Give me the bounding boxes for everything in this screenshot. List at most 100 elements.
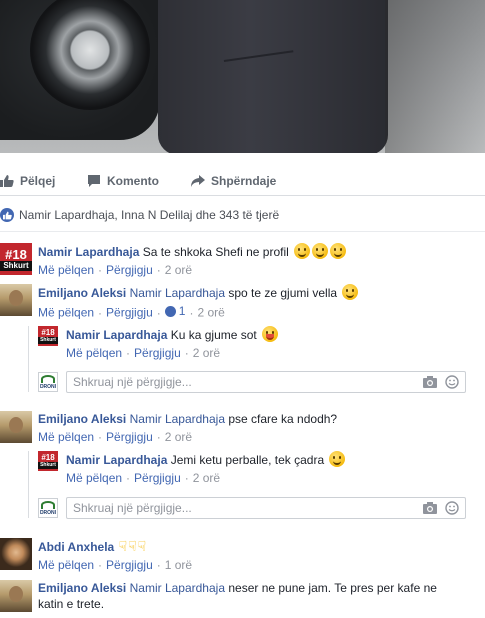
pointing-hand-emoji-icon: ☟	[128, 538, 137, 554]
avatar: DRONI	[38, 372, 58, 392]
comment-meta: Më pëlqen · Përgjigju · 2 orë	[66, 471, 221, 485]
comment-item: Emiljano Aleksi Namir Lapardhaja pse cfa…	[0, 411, 337, 445]
reply-composer: DRONI Shkruaj një përgjigje...	[38, 371, 466, 393]
thread-line	[28, 326, 29, 392]
avatar[interactable]: #18 Shkurt	[0, 243, 32, 275]
reply-composer: DRONI Shkruaj një përgjigje...	[38, 497, 466, 519]
avatar-badge-text: DRONI	[39, 509, 57, 516]
comment-item: Abdi Anxhela ☟☟☟ Më pëlqen · Përgjigju · 1 o…	[0, 538, 192, 573]
comment-body: Emiljano Aleksi Namir Lapardhaja neser n…	[38, 580, 438, 612]
comment-author[interactable]: Abdi Anxhela	[38, 540, 114, 554]
comment-like-link[interactable]: Më pëlqen	[66, 346, 122, 360]
smiley-icon[interactable]	[445, 501, 459, 515]
comment-time[interactable]: 2 orë	[197, 306, 224, 320]
comment-like-link[interactable]: Më pëlqen	[38, 558, 94, 572]
camera-icon[interactable]	[423, 502, 437, 514]
comment-text: Ku ka gjume sot	[170, 328, 257, 342]
comment-author[interactable]: Namir Lapardhaja	[66, 328, 167, 342]
smiley-emoji-icon	[329, 451, 346, 467]
comment-body: Emiljano Aleksi Namir Lapardhaja pse cfa…	[38, 411, 337, 445]
comment-item: Emiljano Aleksi Namir Lapardhaja neser n…	[0, 580, 440, 612]
reply-placeholder: Shkruaj një përgjigje...	[73, 375, 192, 389]
comment-author[interactable]: Emiljano Aleksi	[38, 286, 126, 300]
comment-like-link[interactable]: Më pëlqen	[66, 471, 122, 485]
like-count-icon	[164, 305, 176, 317]
comment-button-label: Komento	[107, 174, 159, 188]
smiley-emoji-icon	[342, 284, 359, 300]
divider	[0, 231, 485, 232]
camera-icon[interactable]	[423, 376, 437, 388]
comment-text: Jemi ketu perballe, tek çadra	[170, 453, 325, 467]
comment-author[interactable]: Emiljano Aleksi	[38, 412, 126, 426]
comment-like-link[interactable]: Më pëlqen	[38, 263, 94, 277]
like-badge-icon	[0, 208, 14, 222]
comment-reply-link[interactable]: Përgjigju	[134, 346, 181, 360]
comment-text: spo te ze gjumi vella	[228, 286, 338, 300]
comment-reply-link[interactable]: Përgjigju	[106, 430, 153, 444]
avatar[interactable]	[0, 538, 32, 570]
comment-body: Emiljano Aleksi Namir Lapardhaja spo te …	[38, 284, 359, 321]
thumbs-up-icon	[0, 175, 14, 187]
comment-mention[interactable]: Namir Lapardhaja	[130, 286, 225, 300]
comment-time[interactable]: 2 orë	[193, 471, 220, 485]
comment-like-link[interactable]: Më pëlqen	[38, 306, 94, 320]
comment-like-link[interactable]: Më pëlqen	[38, 430, 94, 444]
comment-meta: Më pëlqen · Përgjigju · 1 · 2 orë	[38, 303, 225, 320]
comment-meta: Më pëlqen · Përgjigju · 2 orë	[38, 263, 193, 277]
share-arrow-icon	[191, 175, 205, 187]
likes-summary[interactable]: Namir Lapardhaja, Inna N Delilaj dhe 343…	[0, 203, 279, 227]
comment-body: Abdi Anxhela ☟☟☟ Më pëlqen · Përgjigju · 1 o…	[38, 538, 192, 573]
comment-time[interactable]: 2 orë	[193, 346, 220, 360]
post-photo[interactable]	[0, 0, 485, 153]
avatar-badge-number: #18	[41, 452, 55, 462]
avatar-badge-number: #18	[5, 246, 27, 262]
comment-reply-link[interactable]: Përgjigju	[106, 306, 153, 320]
avatar[interactable]: #18 Shkurt	[38, 451, 58, 471]
avatar[interactable]	[0, 411, 32, 443]
smiley-emoji-icon	[312, 243, 329, 259]
comment-mention[interactable]: Namir Lapardhaja	[130, 412, 225, 426]
reply-placeholder: Shkruaj një përgjigje...	[73, 501, 192, 515]
avatar[interactable]	[0, 580, 32, 612]
comment-mention[interactable]: Namir Lapardhaja	[130, 581, 225, 595]
likes-summary-text[interactable]: Namir Lapardhaja, Inna N Delilaj dhe 343…	[19, 208, 279, 222]
avatar-badge-text: Shkurt	[38, 336, 58, 344]
tongue-emoji-icon	[262, 326, 279, 342]
comment-button[interactable]: Komento	[87, 174, 159, 188]
reply-input[interactable]: Shkruaj një përgjigje...	[66, 371, 466, 393]
avatar-badge-text: Shkurt	[38, 461, 58, 469]
comment-reply-link[interactable]: Përgjigju	[106, 558, 153, 572]
comment-text: Sa te shkoka Shefi ne profil	[142, 245, 289, 259]
droni-logo-icon	[41, 374, 55, 383]
divider	[0, 195, 485, 196]
comment-body: Namir Lapardhaja Ku ka gjume sot Më pëlq…	[66, 326, 279, 361]
comment-item: #18 Shkurt Namir Lapardhaja Sa te shkoka…	[0, 243, 347, 278]
comment-author[interactable]: Namir Lapardhaja	[38, 245, 139, 259]
comment-reply-link[interactable]: Përgjigju	[134, 471, 181, 485]
speech-bubble-icon	[88, 175, 100, 187]
comment-time[interactable]: 2 orë	[165, 430, 192, 444]
avatar[interactable]: #18 Shkurt	[38, 326, 58, 346]
like-button[interactable]: Pëlqej	[0, 174, 55, 188]
comment-time[interactable]: 2 orë	[165, 263, 192, 277]
like-count-value: 1	[178, 304, 186, 318]
smiley-emoji-icon	[294, 243, 311, 259]
avatar-badge-text: Shkurt	[0, 260, 32, 271]
comment-author[interactable]: Emiljano Aleksi	[38, 581, 126, 595]
comment-meta: Më pëlqen · Përgjigju · 1 orë	[38, 558, 193, 572]
comment-author[interactable]: Namir Lapardhaja	[66, 453, 167, 467]
photo-shadow	[385, 0, 485, 153]
comment-time[interactable]: 1 orë	[165, 558, 192, 572]
share-button[interactable]: Shpërndaje	[190, 174, 276, 188]
comment-body: Namir Lapardhaja Sa te shkoka Shefi ne p…	[38, 243, 347, 278]
avatar-badge-text: DRONI	[39, 383, 57, 390]
like-count[interactable]: 1	[164, 303, 186, 319]
reply-item: #18 Shkurt Namir Lapardhaja Ku ka gjume …	[38, 326, 279, 361]
avatar-badge-number: #18	[41, 327, 55, 337]
avatar[interactable]	[0, 284, 32, 316]
like-button-label: Pëlqej	[20, 174, 56, 188]
reply-input[interactable]: Shkruaj një përgjigje...	[66, 497, 466, 519]
smiley-icon[interactable]	[445, 375, 459, 389]
comment-reply-link[interactable]: Përgjigju	[106, 263, 153, 277]
pointing-hand-emoji-icon: ☟	[118, 538, 128, 554]
